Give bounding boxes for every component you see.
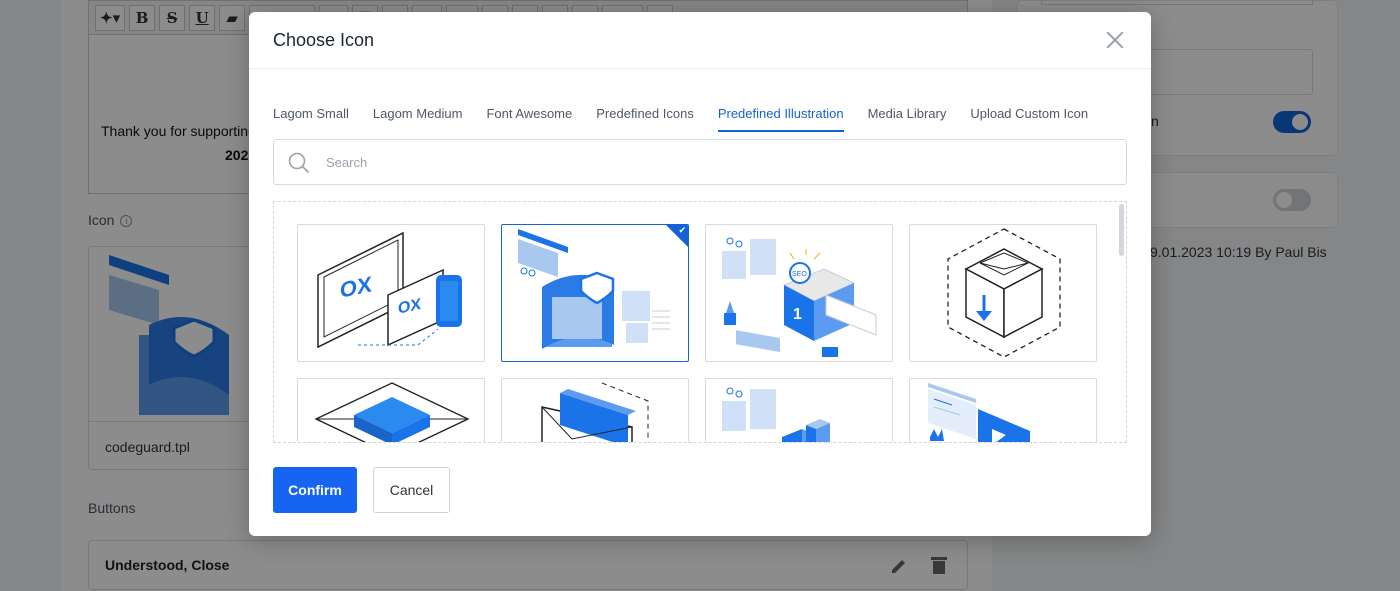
- illustration-tile[interactable]: [297, 378, 485, 442]
- blue-layer-illustration: [314, 382, 470, 442]
- tab-predefined-illustration[interactable]: Predefined Illustration: [717, 106, 844, 132]
- tab-lagom-small[interactable]: Lagom Small: [273, 106, 349, 132]
- grid-scrollbar[interactable]: [1119, 204, 1124, 256]
- illustration-grid: OX OX ✔ 1 SEO: [273, 201, 1127, 443]
- cancel-button[interactable]: Cancel: [373, 467, 450, 513]
- tab-media-library[interactable]: Media Library: [868, 106, 947, 132]
- seo-ranking-illustration: 1 SEO: [722, 237, 877, 357]
- svg-text:SEO: SEO: [792, 271, 807, 278]
- tab-upload-custom-icon[interactable]: Upload Custom Icon: [970, 106, 1088, 132]
- svg-text:1: 1: [793, 306, 802, 323]
- search-box: [273, 139, 1127, 185]
- search-input[interactable]: [326, 150, 1106, 174]
- email-box-illustration: [947, 228, 1061, 358]
- modal-header: Choose Icon: [249, 12, 1151, 69]
- search-icon: [288, 152, 310, 174]
- blocks-illustration: [722, 387, 830, 442]
- close-icon[interactable]: [1105, 30, 1125, 50]
- ox-devices-illustration: OX OX: [317, 231, 462, 349]
- confirm-button[interactable]: Confirm: [273, 467, 357, 513]
- tab-lagom-medium[interactable]: Lagom Medium: [373, 106, 463, 132]
- illustration-tile[interactable]: OX OX: [297, 224, 485, 362]
- illustration-tile[interactable]: [705, 378, 893, 442]
- tab-font-awesome[interactable]: Font Awesome: [486, 106, 572, 132]
- media-screen-illustration: [928, 383, 1030, 442]
- illustration-tile[interactable]: [909, 378, 1097, 442]
- icon-source-tabs: Lagom Small Lagom Medium Font Awesome Pr…: [273, 106, 1112, 132]
- choose-icon-modal: Choose Icon Lagom Small Lagom Medium Fon…: [249, 12, 1151, 536]
- illustration-tile-selected[interactable]: ✔: [501, 224, 689, 362]
- checkmark-icon: ✔: [678, 226, 686, 236]
- tab-predefined-icons[interactable]: Predefined Icons: [596, 106, 694, 132]
- codeguard-shield-illustration: [518, 229, 670, 349]
- window-panel-illustration: [541, 382, 649, 442]
- illustration-tile[interactable]: 1 SEO: [705, 224, 893, 362]
- modal-title: Choose Icon: [273, 30, 375, 50]
- modal-footer: Confirm Cancel: [273, 467, 450, 513]
- illustration-tile[interactable]: [501, 378, 689, 442]
- illustration-tile[interactable]: [909, 224, 1097, 362]
